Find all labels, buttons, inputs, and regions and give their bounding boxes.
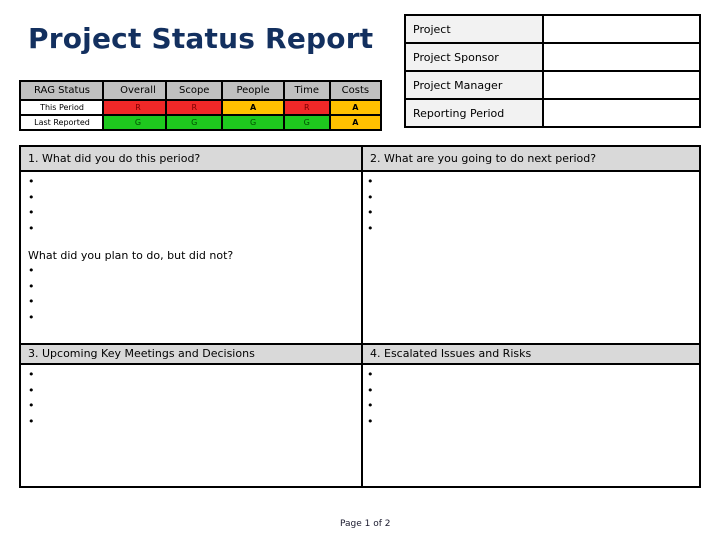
project-sponsor-field[interactable] — [542, 42, 701, 72]
overall-last-reported[interactable]: G — [102, 114, 174, 131]
costs-this-period[interactable]: A — [328, 99, 383, 116]
section-meetings-header: 3. Upcoming Key Meetings and Decisions — [21, 343, 361, 365]
overall-this-period[interactable]: R — [102, 99, 174, 116]
project-label: Project — [404, 14, 544, 44]
costs-header: Costs — [328, 80, 383, 101]
project-info-table: Project Project Sponsor Project Manager … — [404, 14, 701, 128]
project-sponsor-label: Project Sponsor — [404, 42, 544, 72]
time-header: Time — [282, 80, 331, 101]
list-item[interactable] — [28, 294, 35, 310]
people-header: People — [221, 80, 285, 101]
list-item[interactable] — [28, 205, 35, 221]
section-risks-header: 4. Escalated Issues and Risks — [363, 343, 699, 365]
costs-last-reported[interactable]: A — [328, 114, 383, 131]
list-item[interactable] — [28, 190, 35, 206]
list-item[interactable] — [367, 367, 374, 383]
rag-label-table: RAG Status This Period Last Reported — [19, 80, 105, 131]
scope-this-period[interactable]: R — [164, 99, 224, 116]
section-done-header: 1. What did you do this period? — [21, 147, 361, 172]
page-number: Page 1 of 2 — [340, 519, 391, 529]
project-field[interactable] — [542, 14, 701, 44]
scope-last-reported[interactable]: G — [164, 114, 224, 131]
rag-status-header: RAG Status — [19, 80, 105, 101]
list-item[interactable] — [367, 190, 374, 206]
page-title: Project Status Report — [28, 22, 374, 55]
list-item[interactable] — [367, 398, 374, 414]
scope-header: Scope — [164, 80, 224, 101]
list-item[interactable] — [28, 279, 35, 295]
not-done-question: What did you plan to do, but did not? — [28, 249, 234, 262]
rag-overall-table: Overall R G — [102, 80, 174, 131]
list-item[interactable] — [28, 383, 35, 399]
people-this-period[interactable]: A — [221, 99, 285, 116]
list-item[interactable] — [367, 383, 374, 399]
list-item[interactable] — [28, 174, 35, 190]
list-item[interactable] — [367, 221, 374, 237]
list-item[interactable] — [28, 367, 35, 383]
list-item[interactable] — [367, 174, 374, 190]
next-bullet-list[interactable] — [367, 174, 374, 236]
reporting-period-field[interactable] — [542, 98, 701, 128]
reporting-period-label: Reporting Period — [404, 98, 544, 128]
not-done-bullet-list[interactable] — [28, 263, 35, 325]
project-manager-label: Project Manager — [404, 70, 544, 100]
report-sections-grid: 1. What did you do this period? 2. What … — [19, 145, 701, 488]
list-item[interactable] — [28, 221, 35, 237]
done-bullet-list[interactable] — [28, 174, 35, 236]
project-manager-field[interactable] — [542, 70, 701, 100]
list-item[interactable] — [28, 398, 35, 414]
rag-metrics-table: Scope People Time Costs R A R A G G G A — [164, 80, 383, 131]
list-item[interactable] — [28, 263, 35, 279]
overall-header: Overall — [102, 80, 174, 101]
risks-bullet-list[interactable] — [367, 367, 374, 429]
list-item[interactable] — [28, 310, 35, 326]
list-item[interactable] — [367, 205, 374, 221]
list-item[interactable] — [367, 414, 374, 430]
this-period-label: This Period — [19, 99, 105, 116]
section-next-header: 2. What are you going to do next period? — [363, 147, 699, 172]
time-this-period[interactable]: R — [282, 99, 331, 116]
column-divider — [361, 147, 363, 486]
time-last-reported[interactable]: G — [282, 114, 331, 131]
list-item[interactable] — [28, 414, 35, 430]
last-reported-label: Last Reported — [19, 114, 105, 131]
meetings-bullet-list[interactable] — [28, 367, 35, 429]
people-last-reported[interactable]: G — [221, 114, 285, 131]
